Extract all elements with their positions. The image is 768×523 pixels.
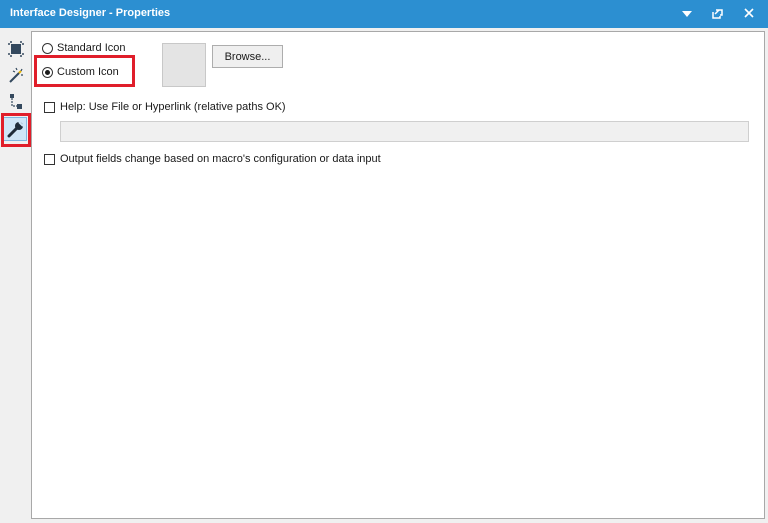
browse-button[interactable]: Browse... (212, 45, 283, 68)
icon-preview-box (162, 43, 206, 87)
layout-frame-icon[interactable] (5, 38, 27, 60)
standard-icon-radio-circle[interactable] (42, 42, 53, 54)
title-bar: Interface Designer - Properties (0, 0, 768, 28)
properties-panel: Standard Icon Custom Icon Browse... Help… (31, 31, 765, 519)
tree-view-icon[interactable] (5, 91, 27, 113)
magic-wand-icon[interactable] (5, 64, 27, 86)
help-checkbox-row[interactable]: Help: Use File or Hyperlink (relative pa… (44, 101, 286, 113)
output-fields-checkbox-row[interactable]: Output fields change based on macro's co… (44, 153, 381, 165)
output-fields-checkbox[interactable] (44, 153, 55, 165)
window-title: Interface Designer - Properties (10, 7, 171, 19)
standard-icon-label: Standard Icon (57, 42, 126, 54)
help-checkbox-label: Help: Use File or Hyperlink (relative pa… (60, 101, 286, 113)
chevron-down-icon[interactable] (676, 4, 698, 24)
output-fields-label: Output fields change based on macro's co… (60, 153, 381, 165)
custom-icon-highlight (34, 55, 135, 87)
settings-tool-highlight (1, 113, 31, 147)
help-path-input[interactable] (60, 121, 749, 142)
standard-icon-radio[interactable]: Standard Icon (42, 42, 126, 54)
restore-window-icon[interactable] (706, 4, 728, 24)
side-toolbar (0, 28, 31, 523)
help-checkbox[interactable] (44, 101, 55, 113)
close-icon[interactable] (738, 4, 760, 24)
